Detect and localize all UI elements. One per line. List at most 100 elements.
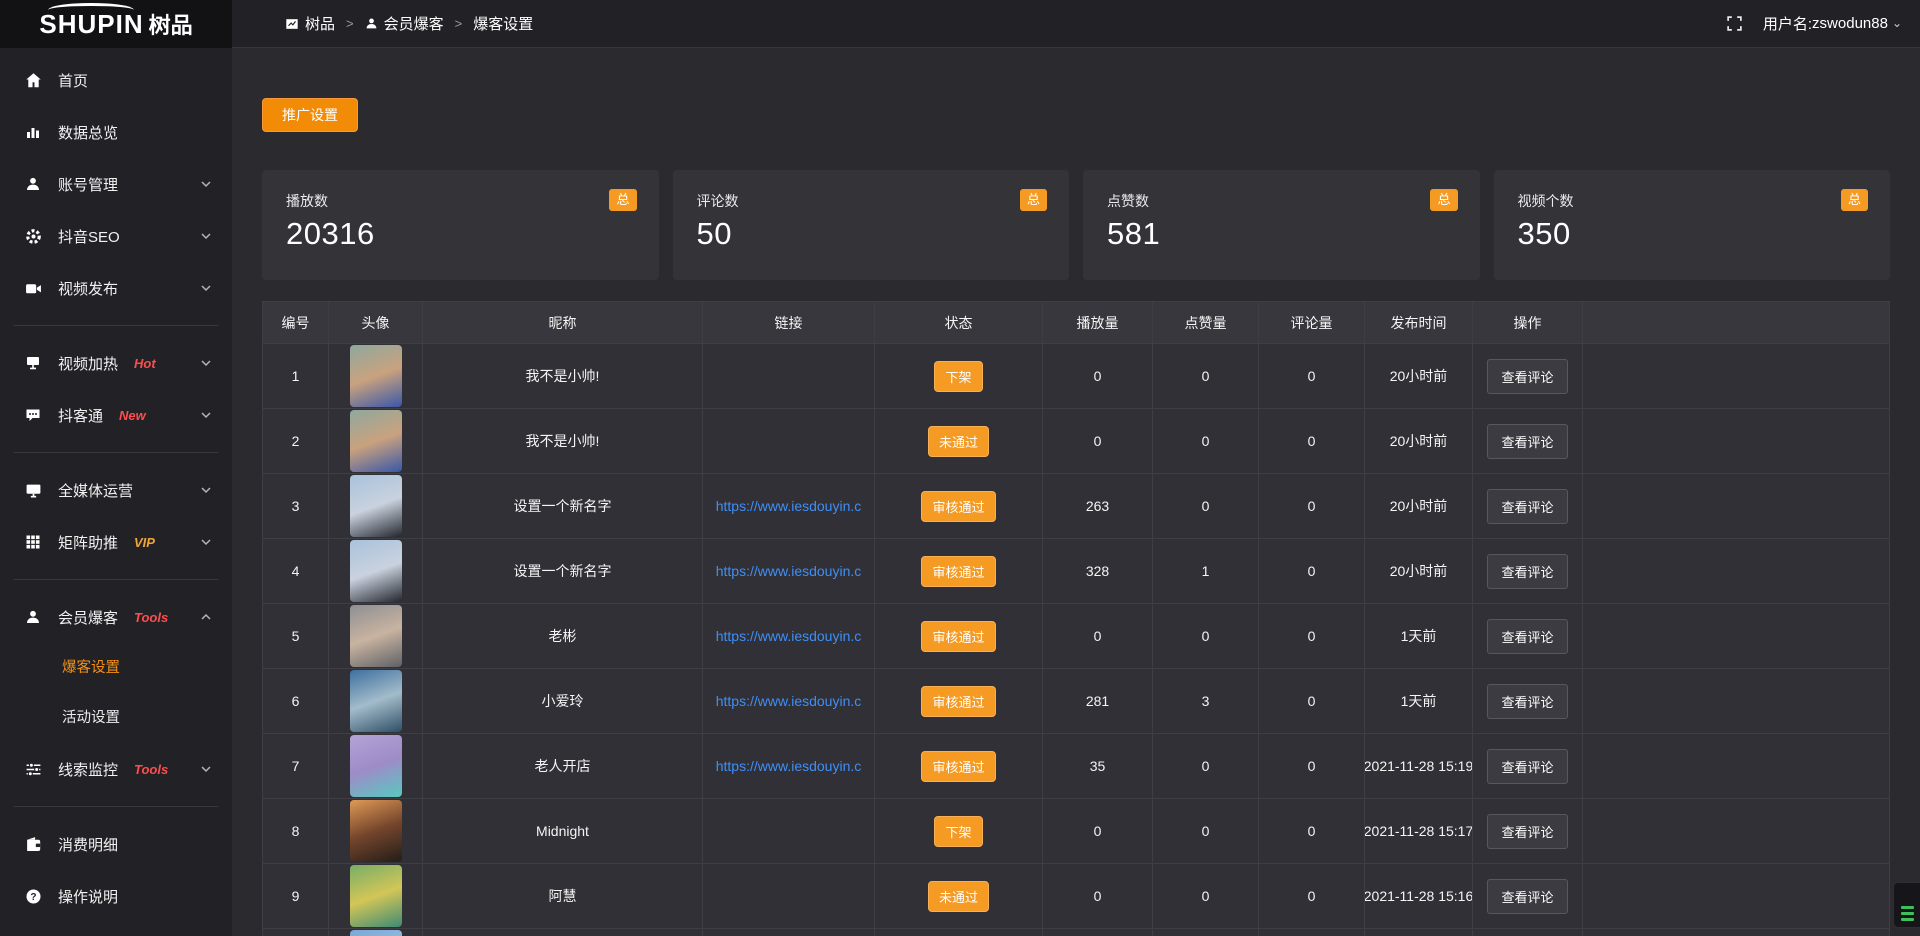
table-row: 7老人开店https://www.iesdouyin.c审核通过35002021…	[263, 734, 1889, 799]
chevron-down-icon	[200, 357, 212, 369]
breadcrumb-item-shupin[interactable]: 树品	[285, 13, 335, 34]
status-badge[interactable]: 审核通过	[921, 556, 995, 587]
avatar-green-abstract	[350, 865, 402, 927]
sidebar-item-operation-guide[interactable]: ?操作说明	[0, 870, 232, 922]
sidebar-item-member-baoke[interactable]: 会员爆客Tools	[0, 591, 232, 643]
view-comments-button[interactable]: 查看评论	[1487, 489, 1567, 524]
sidebar: SHUPIN 树品 首页数据总览账号管理抖音SEO 视频发布视频加热Hot抖客通N…	[0, 0, 232, 936]
video-link[interactable]: https://www.iesdouyin.c	[716, 563, 862, 579]
logo-arc-icon	[48, 3, 134, 17]
cell-nickname: 老人开店	[423, 734, 703, 798]
total-badge: 总	[1020, 189, 1047, 211]
logo-text-cn: 树品	[149, 8, 193, 40]
cell-nickname: 阿慧	[423, 864, 703, 928]
video-link[interactable]: https://www.iesdouyin.c	[716, 498, 862, 514]
header-cell: 昵称	[423, 302, 703, 343]
cell-plays: 0	[1043, 799, 1153, 863]
sidebar-item-label: 会员爆客	[58, 607, 118, 628]
cell-avatar	[329, 864, 423, 928]
table-row: 5老彬https://www.iesdouyin.c审核通过0001天前查看评论	[263, 604, 1889, 669]
promotion-settings-button[interactable]: 推广设置	[262, 98, 358, 132]
status-badge[interactable]: 下架	[934, 361, 982, 392]
sidebar-item-account-manage[interactable]: 账号管理	[0, 158, 232, 210]
chevron-down-icon	[200, 484, 212, 496]
breadcrumb-separator: >	[455, 16, 463, 31]
sidebar-item-douketong[interactable]: 抖客通New	[0, 389, 232, 441]
cell-likes: 1	[1153, 539, 1259, 603]
sliders-icon	[24, 760, 42, 778]
sidebar-subitem-baoke-settings[interactable]: 爆客设置	[0, 643, 232, 693]
cell-empty	[1583, 539, 1889, 603]
cell-time: 20小时前	[1365, 344, 1473, 408]
content: 推广设置 播放数20316总评论数50总点赞数581总视频个数350总 编号头像…	[232, 48, 1920, 936]
view-comments-button[interactable]: 查看评论	[1487, 424, 1567, 459]
cell-empty	[1583, 734, 1889, 798]
person-icon	[365, 17, 378, 30]
cell-likes: 0	[1153, 799, 1259, 863]
status-badge[interactable]: 审核通过	[921, 621, 995, 652]
sidebar-item-home[interactable]: 首页	[0, 54, 232, 106]
sidebar-item-label: 首页	[58, 70, 88, 91]
view-comments-button[interactable]: 查看评论	[1487, 749, 1567, 784]
cell-avatar	[329, 474, 423, 538]
cell-likes: 0	[1153, 474, 1259, 538]
breadcrumb-item-huiyuan-baoke[interactable]: 会员爆客	[365, 13, 444, 34]
logo[interactable]: SHUPIN 树品	[0, 0, 232, 48]
status-badge[interactable]: 审核通过	[921, 686, 995, 717]
cell-plays: 0	[1043, 604, 1153, 668]
view-comments-button[interactable]: 查看评论	[1487, 554, 1567, 589]
chevron-down-icon	[200, 409, 212, 421]
status-badge[interactable]: 审核通过	[921, 751, 995, 782]
sidebar-divider	[14, 579, 218, 580]
sidebar-item-data-overview[interactable]: 数据总览	[0, 106, 232, 158]
cell-plays: 263	[1043, 474, 1153, 538]
breadcrumb-item-baoke-shezhi[interactable]: 爆客设置	[473, 13, 533, 34]
view-comments-button[interactable]: 查看评论	[1487, 619, 1567, 654]
cell-status: 未通过	[875, 864, 1043, 928]
user-menu[interactable]: 用户名: zswodun88 ⌄	[1763, 13, 1902, 34]
cell-action: 查看评论	[1473, 669, 1583, 733]
cell-comments: 0	[1259, 669, 1365, 733]
video-link[interactable]: https://www.iesdouyin.c	[716, 628, 862, 644]
status-badge[interactable]: 未通过	[928, 881, 989, 912]
fullscreen-icon[interactable]	[1726, 15, 1743, 32]
video-link[interactable]: https://www.iesdouyin.c	[716, 693, 862, 709]
sidebar-item-video-publish[interactable]: 视频发布	[0, 262, 232, 314]
video-link[interactable]: https://www.iesdouyin.c	[716, 758, 862, 774]
sidebar-item-label: 抖音SEO	[58, 226, 120, 247]
sidebar-item-matrix-boost[interactable]: 矩阵助推VIP	[0, 516, 232, 568]
sidebar-item-clue-monitor[interactable]: 线索监控Tools	[0, 743, 232, 795]
breadcrumb-separator: >	[346, 16, 354, 31]
floating-widget[interactable]	[1893, 882, 1920, 928]
table-row: 9阿慧未通过0002021-11-28 15:16查看评论	[263, 864, 1889, 929]
sidebar-item-video-heat[interactable]: 视频加热Hot	[0, 337, 232, 389]
cell-number	[263, 929, 329, 936]
sidebar-subitem-activity-settings[interactable]: 活动设置	[0, 693, 232, 743]
view-comments-button[interactable]: 查看评论	[1487, 684, 1567, 719]
cell-link	[703, 864, 875, 928]
status-badge[interactable]: 下架	[934, 816, 982, 847]
sidebar-item-media-operation[interactable]: 全媒体运营	[0, 464, 232, 516]
sidebar-item-label: 操作说明	[58, 886, 118, 907]
stat-card: 播放数20316总	[262, 170, 659, 280]
status-badge[interactable]: 审核通过	[921, 491, 995, 522]
view-comments-button[interactable]: 查看评论	[1487, 879, 1567, 914]
chevron-down-icon	[200, 230, 212, 242]
view-comments-button[interactable]: 查看评论	[1487, 814, 1567, 849]
cell-nickname	[423, 929, 703, 936]
view-comments-button[interactable]: 查看评论	[1487, 359, 1567, 394]
sidebar-item-douyin-seo[interactable]: 抖音SEO	[0, 210, 232, 262]
cell-status: 审核通过	[875, 734, 1043, 798]
sidebar-item-label: 视频发布	[58, 278, 118, 299]
cell-number: 2	[263, 409, 329, 473]
stat-label: 播放数	[286, 191, 635, 211]
wallet-icon	[24, 835, 42, 853]
header-cell: 评论量	[1259, 302, 1365, 343]
chevron-down-icon: ⌄	[1892, 16, 1902, 30]
sidebar-item-consume-detail[interactable]: 消费明细	[0, 818, 232, 870]
chevron-down-icon	[200, 536, 212, 548]
header-cell: 链接	[703, 302, 875, 343]
status-badge[interactable]: 未通过	[928, 426, 989, 457]
cell-avatar	[329, 799, 423, 863]
cell-comments: 0	[1259, 799, 1365, 863]
